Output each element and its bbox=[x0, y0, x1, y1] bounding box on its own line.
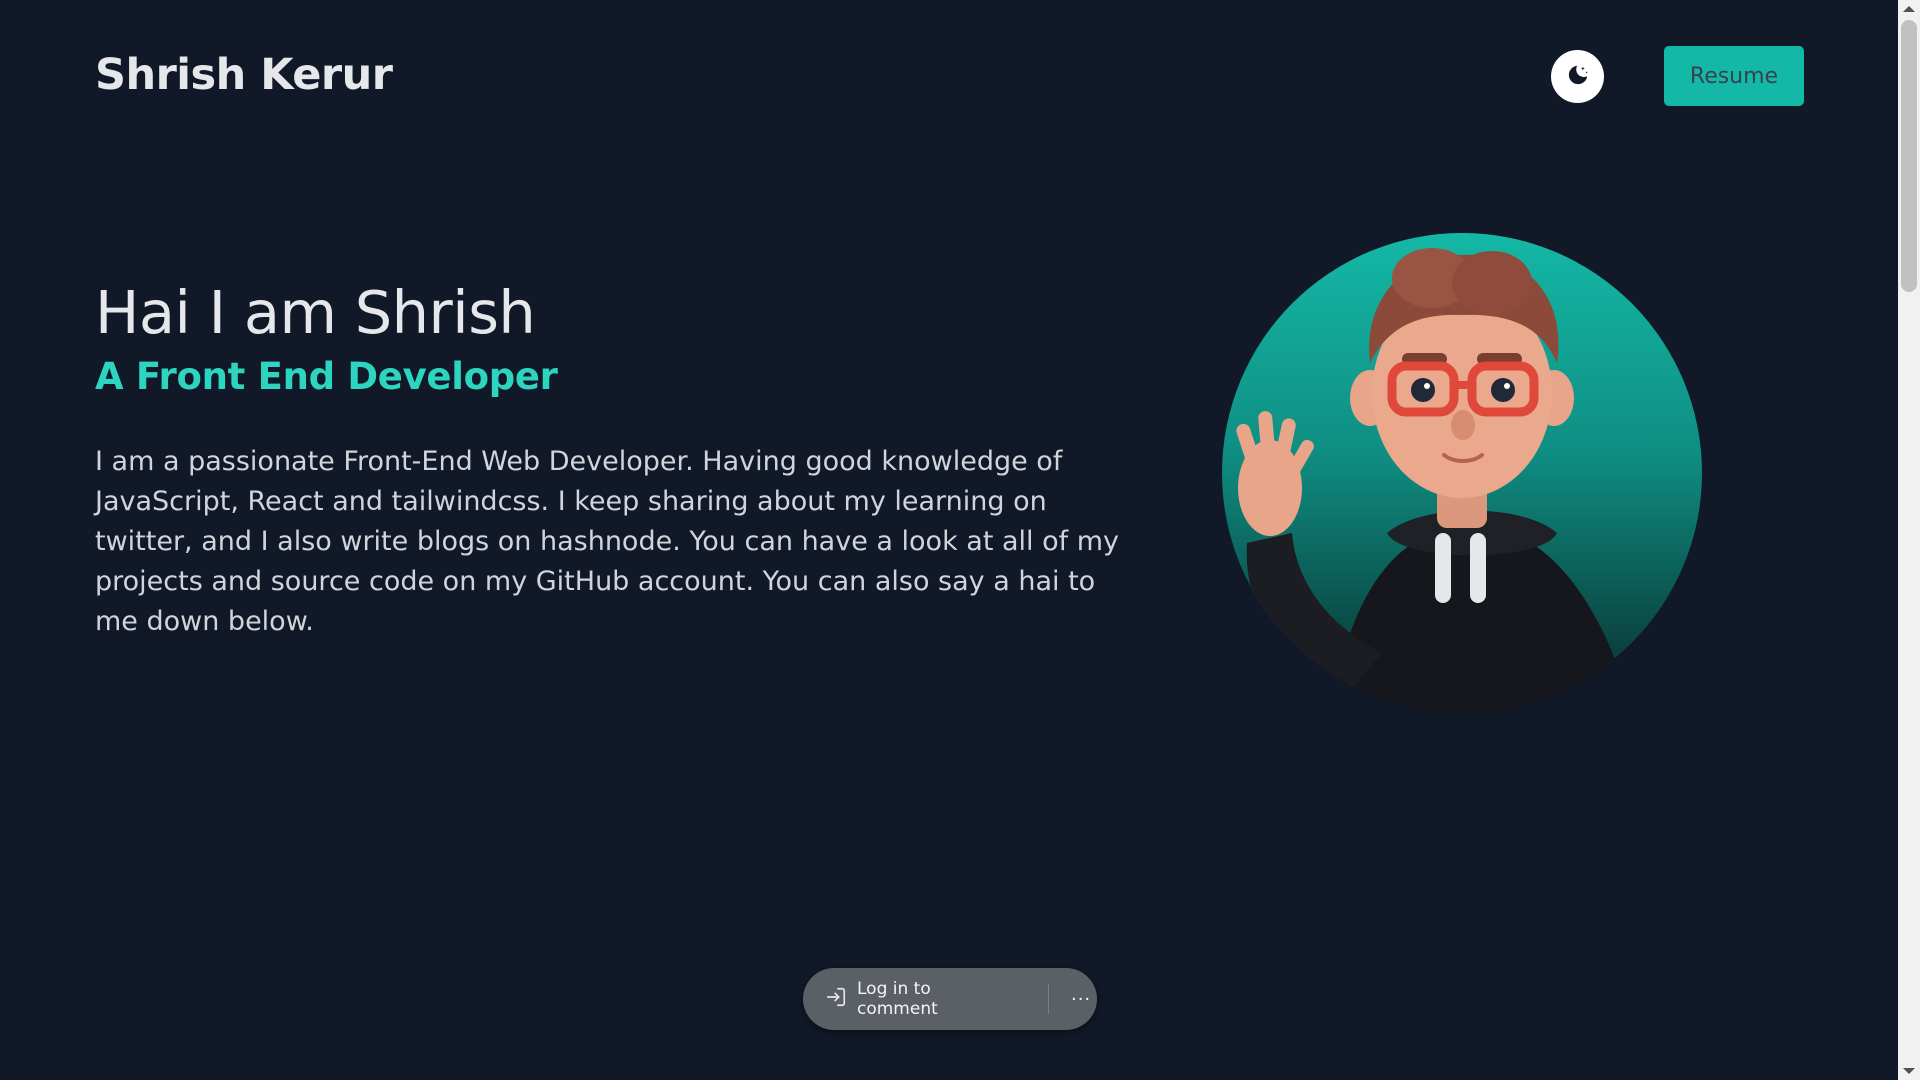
scrollbar-thumb[interactable] bbox=[1901, 20, 1917, 292]
developer-avatar bbox=[1222, 233, 1702, 713]
scroll-down-arrow-icon[interactable] bbox=[1903, 1068, 1915, 1074]
moon-stars-icon bbox=[1565, 62, 1591, 92]
hero-title: Hai I am Shrish bbox=[95, 278, 536, 347]
page: Shrish Kerur Resume Hai I am Shrish A Fr… bbox=[0, 0, 1920, 1080]
vertical-scrollbar[interactable] bbox=[1898, 0, 1920, 1080]
comment-bar-divider bbox=[1048, 984, 1050, 1014]
hero-subtitle: A Front End Developer bbox=[95, 355, 558, 398]
comment-bar: Log in to comment ··· bbox=[803, 968, 1097, 1030]
theme-toggle-button[interactable] bbox=[1551, 50, 1604, 103]
scroll-up-arrow-icon[interactable] bbox=[1903, 6, 1915, 12]
login-to-comment-label: Log in to comment bbox=[857, 979, 938, 1019]
more-icon[interactable]: ··· bbox=[1065, 983, 1097, 1015]
site-brand[interactable]: Shrish Kerur bbox=[95, 50, 393, 100]
login-to-comment-button[interactable]: Log in to comment bbox=[825, 979, 1016, 1019]
resume-button[interactable]: Resume bbox=[1664, 46, 1804, 106]
hero-bio: I am a passionate Front-End Web Develope… bbox=[95, 446, 1120, 637]
developer-avatar-illustration bbox=[1236, 248, 1632, 713]
login-arrow-icon bbox=[825, 986, 847, 1012]
